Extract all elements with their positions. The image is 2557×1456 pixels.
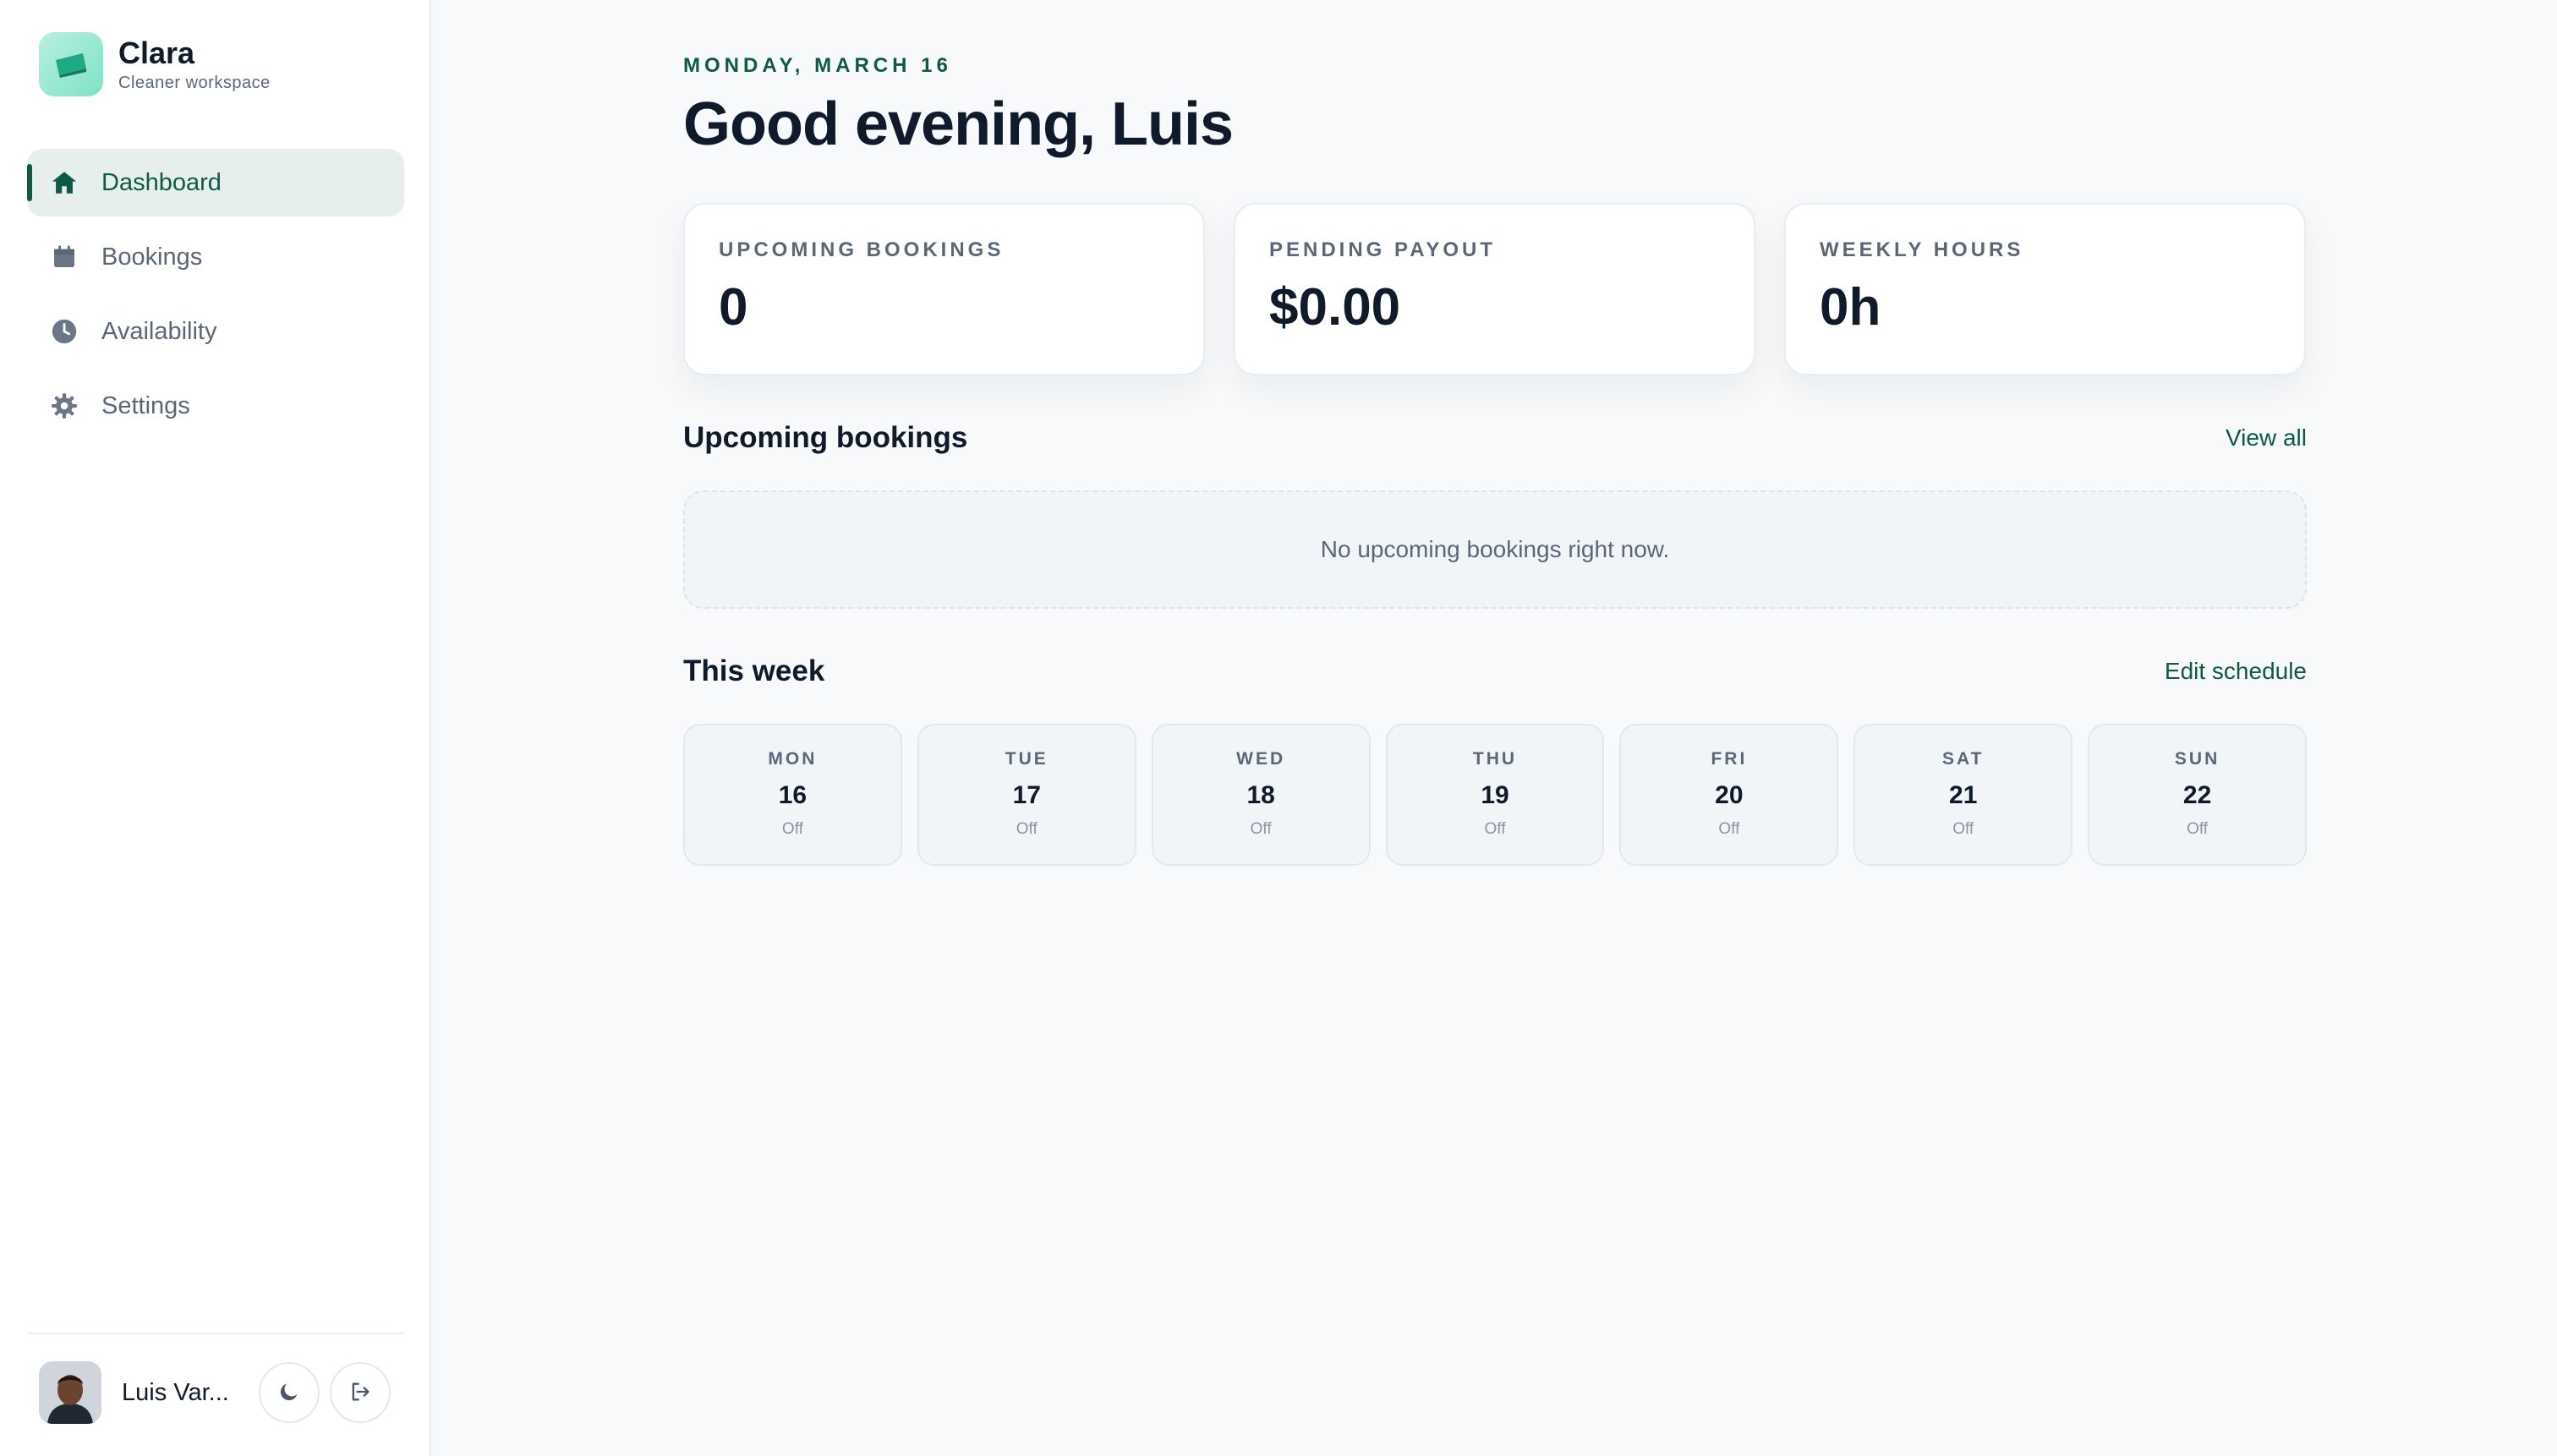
sidebar-item-label: Dashboard	[101, 168, 222, 196]
stat-label: PENDING PAYOUT	[1269, 238, 1497, 261]
day-name: WED	[1236, 749, 1286, 769]
tray-icon	[39, 32, 103, 96]
day-card-thu[interactable]: THU 19 Off	[1385, 724, 1605, 866]
day-card-sat[interactable]: SAT 21 Off	[1853, 724, 2073, 866]
home-icon	[49, 167, 79, 198]
calendar-icon	[49, 242, 79, 272]
day-status: Off	[1016, 820, 1038, 838]
day-card-mon[interactable]: MON 16 Off	[683, 724, 902, 866]
day-status: Off	[781, 820, 803, 838]
stat-value: 0	[719, 278, 748, 337]
sidebar: Clara Cleaner workspace Dashboard Bookin…	[0, 0, 431, 1456]
stat-value: $0.00	[1269, 278, 1401, 337]
day-card-wed[interactable]: WED 18 Off	[1151, 724, 1371, 866]
day-number: 21	[1949, 781, 1978, 809]
theme-toggle-button[interactable]	[259, 1362, 320, 1423]
day-number: 19	[1481, 781, 1509, 809]
day-status: Off	[1718, 820, 1740, 838]
day-status: Off	[2187, 820, 2209, 838]
day-name: FRI	[1711, 749, 1748, 769]
view-all-link[interactable]: View all	[2226, 424, 2307, 452]
sidebar-item-bookings[interactable]: Bookings	[27, 223, 404, 291]
brand-text: Clara Cleaner workspace	[118, 36, 271, 93]
day-name: SAT	[1942, 749, 1985, 769]
avatar[interactable]	[39, 1361, 101, 1424]
week-section-title: This week	[683, 654, 825, 687]
clock-icon	[49, 316, 79, 347]
day-number: 18	[1246, 781, 1275, 809]
date-label: MONDAY, MARCH 16	[683, 54, 952, 77]
sidebar-item-availability[interactable]: Availability	[27, 298, 404, 365]
page-title: Good evening, Luis	[683, 90, 1234, 158]
stat-label: WEEKLY HOURS	[1820, 238, 2024, 261]
day-card-fri[interactable]: FRI 20 Off	[1619, 724, 1839, 866]
day-number: 16	[778, 781, 808, 809]
empty-bookings-message: No upcoming bookings right now.	[1320, 536, 1670, 562]
sidebar-item-settings[interactable]: Settings	[27, 372, 404, 440]
edit-schedule-link[interactable]: Edit schedule	[2165, 658, 2307, 685]
week-section-header: This week Edit schedule	[683, 654, 2307, 688]
sidebar-footer: Luis Var...	[27, 1333, 404, 1456]
app-root: Clara Cleaner workspace Dashboard Bookin…	[0, 0, 2557, 1456]
bookings-section-title: Upcoming bookings	[683, 421, 968, 454]
logout-button[interactable]	[330, 1362, 391, 1423]
user-name[interactable]: Luis Var...	[122, 1379, 249, 1407]
stat-card-pending-payout: PENDING PAYOUT $0.00	[1234, 203, 1755, 375]
brand[interactable]: Clara Cleaner workspace	[39, 32, 271, 96]
sidebar-item-label: Settings	[101, 391, 190, 419]
stats-row: UPCOMING BOOKINGS 0 PENDING PAYOUT $0.00…	[683, 203, 2307, 375]
day-name: MON	[768, 749, 818, 769]
gear-icon	[49, 391, 79, 421]
day-number: 22	[2182, 781, 2212, 809]
sidebar-item-dashboard[interactable]: Dashboard	[27, 149, 404, 216]
day-name: SUN	[2174, 749, 2220, 769]
sidebar-item-label: Availability	[101, 317, 217, 345]
week-grid: MON 16 Off TUE 17 Off WED 18 Off THU 19 …	[683, 724, 2308, 866]
brand-name: Clara	[118, 35, 195, 70]
sidebar-nav: Dashboard Bookings Availability Settings	[27, 149, 404, 446]
user-row: Luis Var...	[39, 1361, 394, 1424]
empty-bookings-box: No upcoming bookings right now.	[683, 490, 2307, 609]
day-status: Off	[1952, 820, 1974, 838]
day-status: Off	[1250, 820, 1272, 838]
logout-icon	[348, 1380, 372, 1406]
moon-icon	[277, 1380, 301, 1406]
brand-subtitle: Cleaner workspace	[118, 73, 271, 92]
stat-label: UPCOMING BOOKINGS	[719, 238, 1005, 261]
day-card-tue[interactable]: TUE 17 Off	[917, 724, 1136, 866]
stat-card-upcoming-bookings: UPCOMING BOOKINGS 0	[683, 203, 1205, 375]
day-card-sun[interactable]: SUN 22 Off	[2088, 724, 2308, 866]
day-status: Off	[1484, 820, 1506, 838]
day-name: TUE	[1005, 749, 1049, 769]
day-number: 17	[1012, 781, 1041, 809]
day-name: THU	[1472, 749, 1518, 769]
day-number: 20	[1715, 781, 1744, 809]
sidebar-item-label: Bookings	[101, 243, 203, 271]
stat-card-weekly-hours: WEEKLY HOURS 0h	[1784, 203, 2306, 375]
bookings-section-header: Upcoming bookings View all	[683, 421, 2307, 455]
stat-value: 0h	[1820, 278, 1881, 337]
